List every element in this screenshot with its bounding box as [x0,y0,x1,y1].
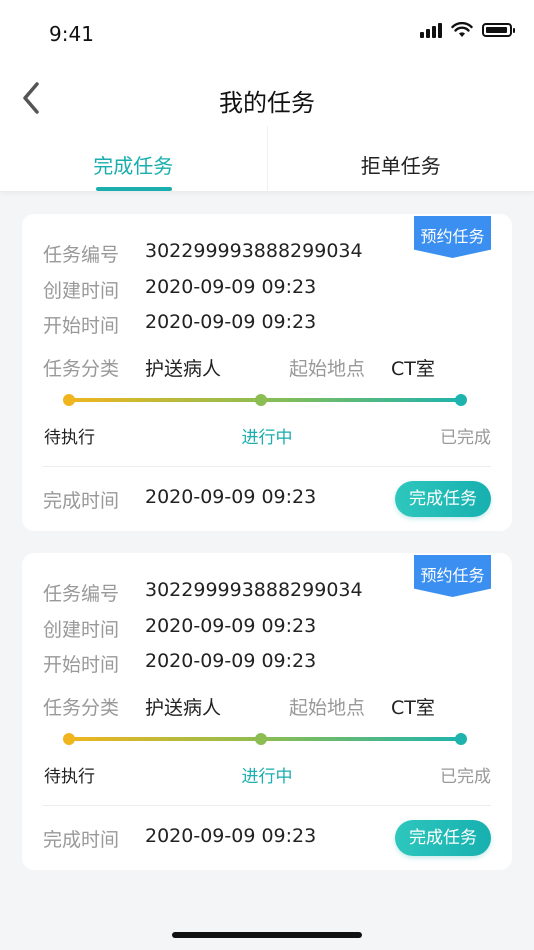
step-in-progress-label: 进行中 [241,428,293,448]
step-dot-pending [63,394,75,406]
step-dot-done [455,733,467,745]
task-no-row: 任务编号 302299993888299034 [43,579,363,606]
progress-track [63,392,467,408]
category-value: 护送病人 [145,697,222,719]
origin-value: CT室 [391,697,435,719]
status-time: 9:41 [49,22,94,46]
divider [43,805,491,806]
created-row: 创建时间 2020-09-09 09:23 [43,615,316,642]
completed-row: 完成时间 2020-09-09 09:23 [43,825,316,852]
appointment-tag: 预约任务 [414,216,491,258]
created-label: 创建时间 [43,280,120,302]
complete-task-button[interactable]: 完成任务 [395,820,491,856]
origin-value: CT室 [391,358,435,380]
tab-completed[interactable]: 完成任务 [0,126,267,191]
created-value: 2020-09-09 09:23 [145,276,317,298]
completed-value: 2020-09-09 09:23 [145,486,317,508]
started-value: 2020-09-09 09:23 [145,311,317,333]
complete-task-button[interactable]: 完成任务 [395,481,491,517]
category-row: 任务分类 护送病人 起始地点 CT室 [43,354,435,381]
task-no-value: 302299993888299034 [145,240,363,262]
completed-label: 完成时间 [43,490,120,512]
started-row: 开始时间 2020-09-09 09:23 [43,311,316,338]
step-dot-done [455,394,467,406]
created-row: 创建时间 2020-09-09 09:23 [43,276,316,303]
started-value: 2020-09-09 09:23 [145,650,317,672]
page-title: 我的任务 [219,89,315,117]
tab-bar: 完成任务 拒单任务 [0,126,534,192]
task-no-label: 任务编号 [43,583,120,605]
step-done-label: 已完成 [440,428,491,448]
started-label: 开始时间 [43,654,120,676]
task-no-row: 任务编号 302299993888299034 [43,240,363,267]
step-in-progress-label: 进行中 [241,767,293,787]
category-label: 任务分类 [43,697,120,719]
created-value: 2020-09-09 09:23 [145,615,317,637]
step-dot-in-progress [255,733,267,745]
progress-track [63,731,467,747]
category-row: 任务分类 护送病人 起始地点 CT室 [43,693,435,720]
tab-rejected[interactable]: 拒单任务 [266,126,534,191]
origin-label: 起始地点 [289,358,366,380]
step-dot-in-progress [255,394,267,406]
completed-label: 完成时间 [43,829,120,851]
started-label: 开始时间 [43,315,120,337]
started-row: 开始时间 2020-09-09 09:23 [43,650,316,677]
origin-label: 起始地点 [289,697,366,719]
completed-value: 2020-09-09 09:23 [145,825,317,847]
tab-completed-label: 完成任务 [93,154,174,178]
wifi-icon [451,22,473,37]
created-label: 创建时间 [43,619,120,641]
task-no-value: 302299993888299034 [145,579,363,601]
category-value: 护送病人 [145,358,222,380]
step-done-label: 已完成 [440,767,491,787]
task-no-label: 任务编号 [43,244,120,266]
signal-icon [420,22,442,38]
step-dot-pending [63,733,75,745]
top-bar: 9:41 我的任务 [0,0,534,126]
task-card: 预约任务 任务编号 302299993888299034 创建时间 2020-0… [22,553,512,870]
home-indicator [172,932,362,938]
battery-icon [482,23,515,37]
completed-row: 完成时间 2020-09-09 09:23 [43,486,316,513]
tab-rejected-label: 拒单任务 [360,154,441,178]
divider [43,466,491,467]
appointment-tag: 预约任务 [414,555,491,597]
status-icons [420,22,515,38]
tab-active-indicator [96,187,172,191]
category-label: 任务分类 [43,358,120,380]
task-card: 预约任务 任务编号 302299993888299034 创建时间 2020-0… [22,214,512,531]
